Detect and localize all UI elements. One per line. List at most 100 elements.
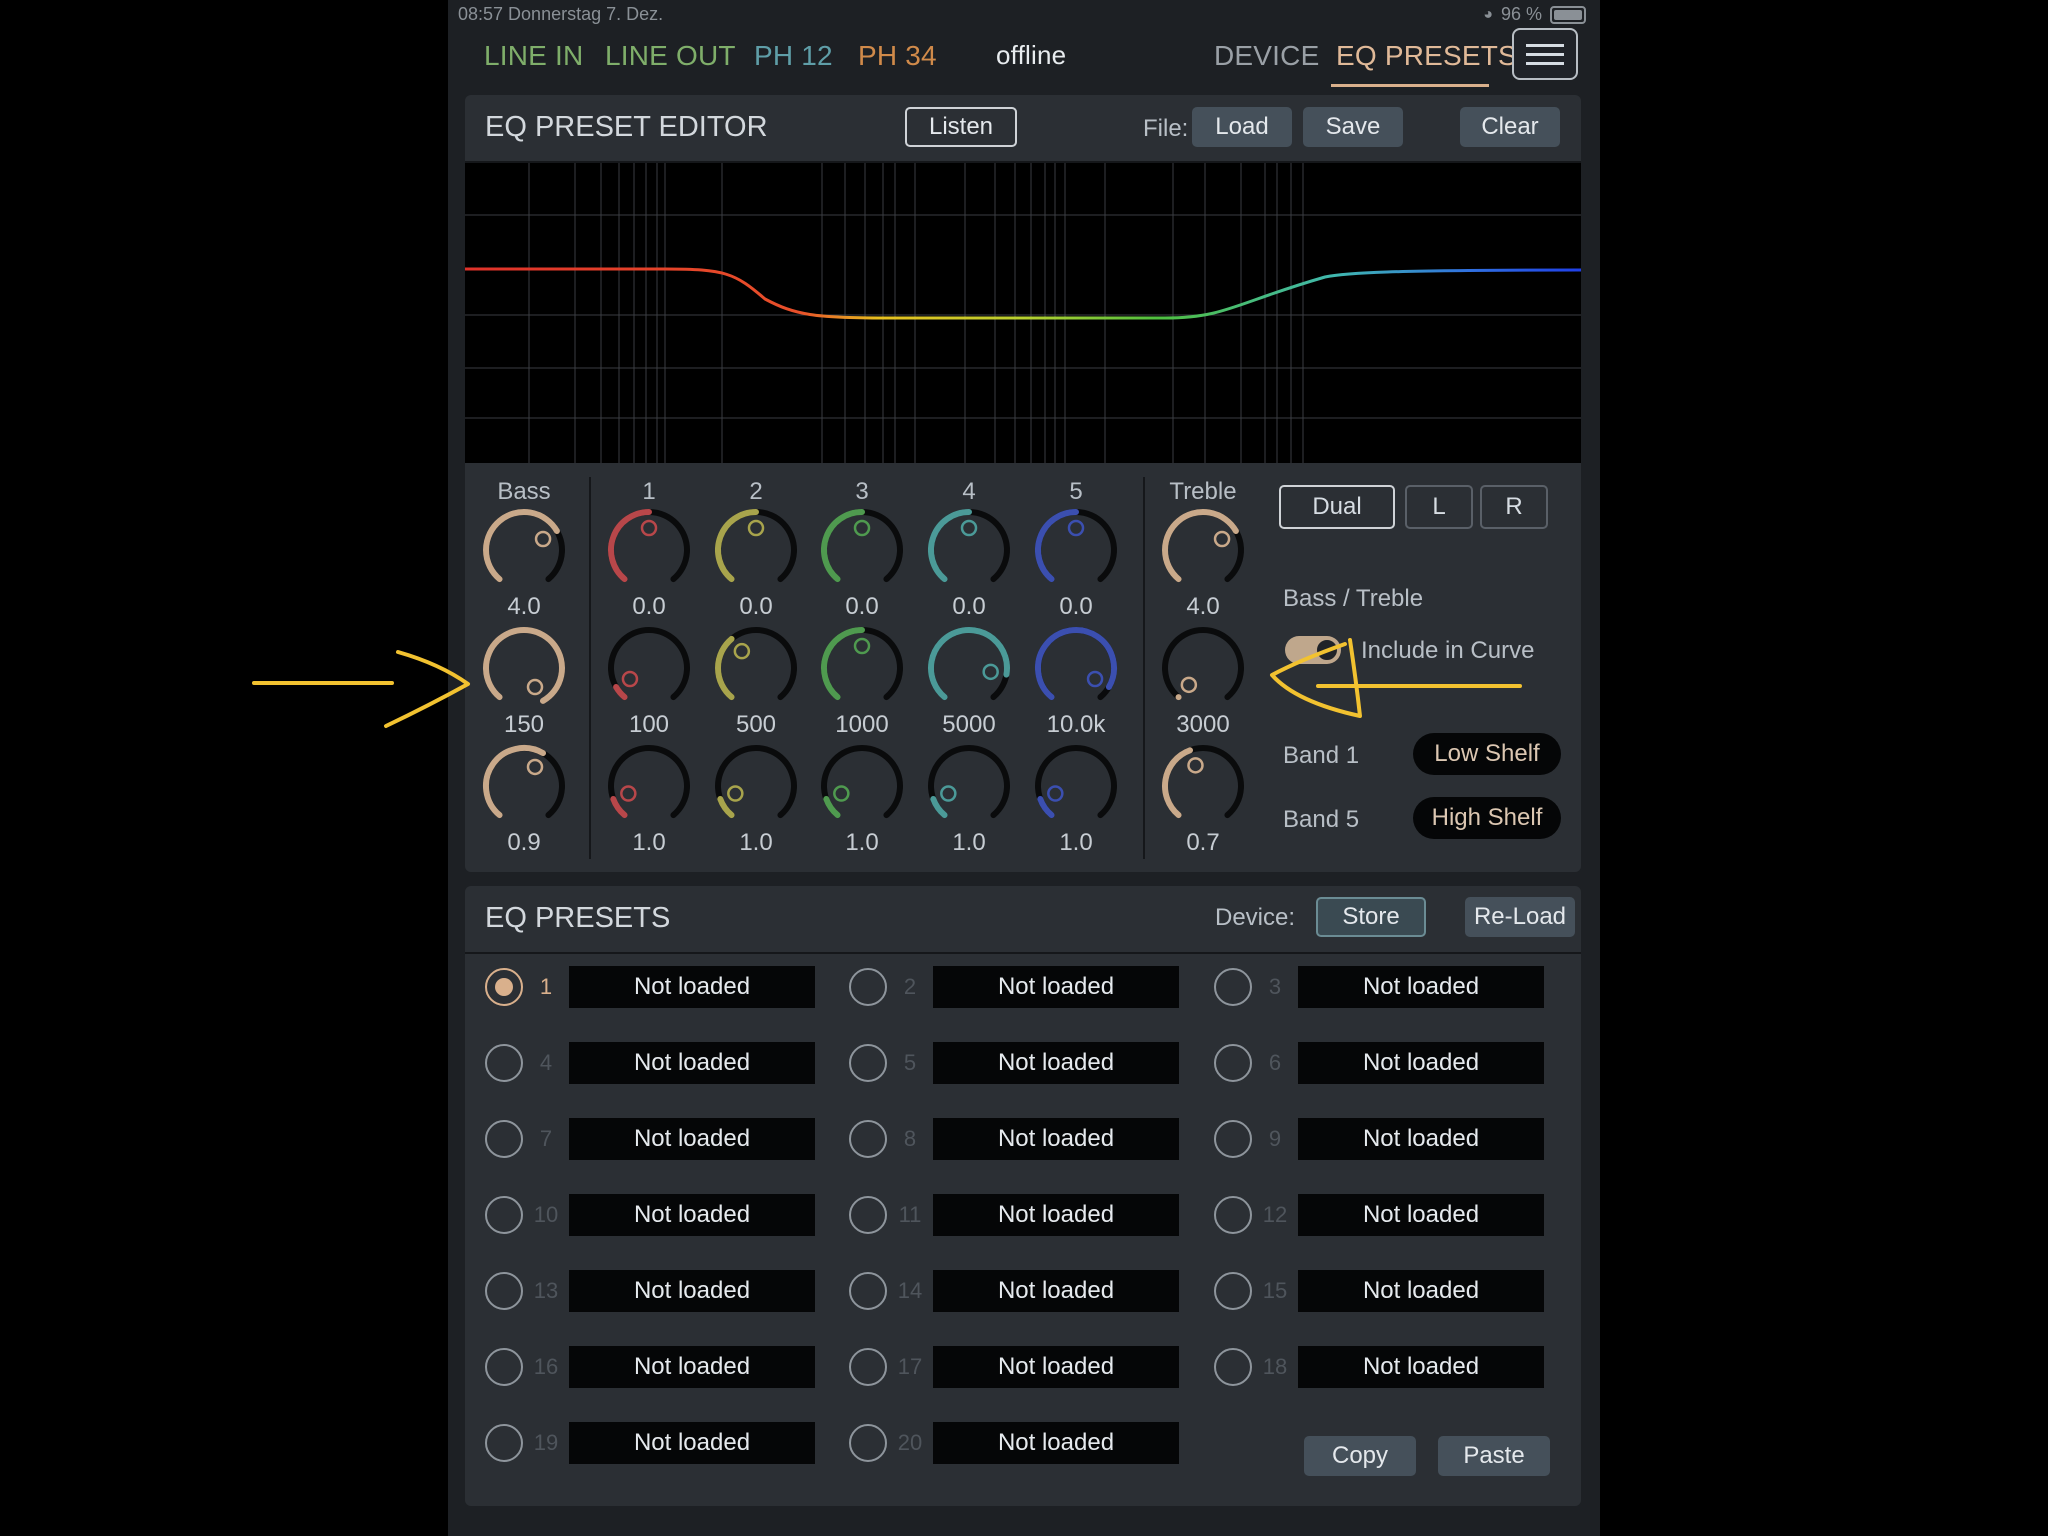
preset-name[interactable]: Not loaded <box>569 1194 815 1236</box>
mode-left-button[interactable]: L <box>1405 485 1473 529</box>
mode-dual-button[interactable]: Dual <box>1279 485 1395 529</box>
eq-controls: Bass 4.0 150 0.9 1 2 3 4 5 0.0 0.0 0.0 0… <box>465 463 1581 872</box>
paste-button[interactable]: Paste <box>1438 1436 1550 1476</box>
preset-name[interactable]: Not loaded <box>569 1270 815 1312</box>
preset-name[interactable]: Not loaded <box>569 1422 815 1464</box>
editor-title: EQ PRESET EDITOR <box>485 111 768 143</box>
tab-ph-34[interactable]: PH 34 <box>858 40 937 72</box>
treble-label: Treble <box>1169 478 1237 505</box>
eq-presets-panel: EQ PRESETS Device: Store Re-Load 1 Not lo… <box>465 886 1581 1506</box>
band-4-q-knob[interactable] <box>926 743 1012 829</box>
preset-number: 6 <box>1268 1050 1282 1075</box>
bass-gain-knob[interactable] <box>481 507 567 593</box>
save-button[interactable]: Save <box>1303 107 1403 147</box>
eq-curve-plot <box>465 163 1582 463</box>
tab-line-out[interactable]: LINE OUT <box>605 40 736 72</box>
band-5-freq-knob[interactable] <box>1033 625 1119 711</box>
clear-button[interactable]: Clear <box>1460 107 1560 147</box>
presets-title: EQ PRESETS <box>485 902 671 934</box>
include-in-curve-toggle[interactable] <box>1285 636 1341 664</box>
preset-radio[interactable] <box>849 968 887 1006</box>
mode-right-button[interactable]: R <box>1480 485 1548 529</box>
band-4-q-value: 1.0 <box>952 829 986 856</box>
band-1-freq-knob[interactable] <box>606 625 692 711</box>
preset-name[interactable]: Not loaded <box>933 1194 1179 1236</box>
band-4-freq-knob[interactable] <box>926 625 1012 711</box>
copy-button[interactable]: Copy <box>1304 1436 1416 1476</box>
preset-radio[interactable] <box>1214 968 1252 1006</box>
top-nav: LINE IN LINE OUT PH 12 PH 34 offline DEV… <box>448 30 1600 88</box>
bass-freq-knob[interactable] <box>481 625 567 711</box>
preset-radio[interactable] <box>485 1044 523 1082</box>
band-2-q-knob[interactable] <box>713 743 799 829</box>
preset-name[interactable]: Not loaded <box>1298 1118 1544 1160</box>
band-3-q-knob[interactable] <box>819 743 905 829</box>
preset-name[interactable]: Not loaded <box>1298 1346 1544 1388</box>
preset-name[interactable]: Not loaded <box>1298 966 1544 1008</box>
band-2-label: 2 <box>749 478 763 505</box>
preset-name[interactable]: Not loaded <box>933 966 1179 1008</box>
preset-radio[interactable] <box>485 1272 523 1310</box>
preset-radio[interactable] <box>849 1348 887 1386</box>
preset-name[interactable]: Not loaded <box>933 1346 1179 1388</box>
preset-name[interactable]: Not loaded <box>1298 1042 1544 1084</box>
preset-radio[interactable] <box>849 1272 887 1310</box>
preset-name[interactable]: Not loaded <box>933 1042 1179 1084</box>
preset-number: 11 <box>898 1202 922 1227</box>
reload-button[interactable]: Re-Load <box>1465 897 1575 937</box>
tab-ph-12[interactable]: PH 12 <box>754 40 833 72</box>
preset-name[interactable]: Not loaded <box>933 1422 1179 1464</box>
preset-number: 8 <box>903 1126 917 1151</box>
store-button[interactable]: Store <box>1316 897 1426 937</box>
band-1-q-knob[interactable] <box>606 743 692 829</box>
preset-radio[interactable] <box>849 1120 887 1158</box>
band-5-label: 5 <box>1069 478 1083 505</box>
band-1-gain-knob[interactable] <box>606 507 692 593</box>
preset-radio[interactable] <box>1214 1044 1252 1082</box>
preset-radio[interactable] <box>485 1196 523 1234</box>
preset-radio[interactable] <box>485 1424 523 1462</box>
preset-radio[interactable] <box>849 1424 887 1462</box>
preset-radio[interactable] <box>485 968 523 1006</box>
preset-radio[interactable] <box>849 1196 887 1234</box>
tab-device[interactable]: DEVICE <box>1214 40 1319 72</box>
menu-button[interactable] <box>1512 28 1578 80</box>
preset-radio[interactable] <box>1214 1120 1252 1158</box>
band-3-freq-knob[interactable] <box>819 625 905 711</box>
preset-number: 17 <box>897 1354 923 1379</box>
tab-eq-presets[interactable]: EQ PRESETS <box>1336 40 1517 72</box>
band5-type-select[interactable]: High Shelf <box>1413 797 1561 839</box>
preset-name[interactable]: Not loaded <box>1298 1194 1544 1236</box>
wifi-icon: ◕ <box>1483 5 1493 23</box>
preset-radio[interactable] <box>1214 1196 1252 1234</box>
eq-response-graph[interactable] <box>465 163 1582 463</box>
band-5-gain-knob[interactable] <box>1033 507 1119 593</box>
preset-name[interactable]: Not loaded <box>933 1270 1179 1312</box>
treble-freq-knob[interactable] <box>1160 625 1246 711</box>
preset-radio[interactable] <box>1214 1348 1252 1386</box>
band-3-gain-knob[interactable] <box>819 507 905 593</box>
band-2-gain-knob[interactable] <box>713 507 799 593</box>
bass-q-value: 0.9 <box>507 829 541 856</box>
listen-button[interactable]: Listen <box>905 107 1017 147</box>
band-5-q-knob[interactable] <box>1033 743 1119 829</box>
band-3-gain-value: 0.0 <box>845 593 879 620</box>
preset-name[interactable]: Not loaded <box>1298 1270 1544 1312</box>
preset-name[interactable]: Not loaded <box>933 1118 1179 1160</box>
preset-radio[interactable] <box>485 1348 523 1386</box>
band-2-freq-knob[interactable] <box>713 625 799 711</box>
preset-name[interactable]: Not loaded <box>569 1346 815 1388</box>
preset-name[interactable]: Not loaded <box>569 1042 815 1084</box>
preset-radio[interactable] <box>849 1044 887 1082</box>
bass-q-knob[interactable] <box>481 743 567 829</box>
treble-q-knob[interactable] <box>1160 743 1246 829</box>
treble-gain-knob[interactable] <box>1160 507 1246 593</box>
band1-type-select[interactable]: Low Shelf <box>1413 733 1561 775</box>
tab-line-in[interactable]: LINE IN <box>484 40 583 72</box>
load-button[interactable]: Load <box>1192 107 1292 147</box>
preset-radio[interactable] <box>485 1120 523 1158</box>
preset-name[interactable]: Not loaded <box>569 966 815 1008</box>
preset-radio[interactable] <box>1214 1272 1252 1310</box>
preset-name[interactable]: Not loaded <box>569 1118 815 1160</box>
band-4-gain-knob[interactable] <box>926 507 1012 593</box>
